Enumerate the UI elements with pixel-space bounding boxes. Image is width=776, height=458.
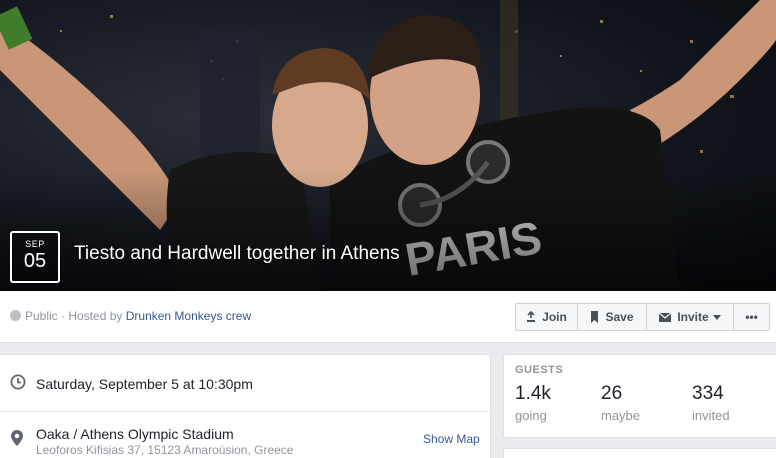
guests-maybe[interactable]: 26 maybe: [601, 383, 640, 423]
cover-photo[interactable]: PARIS SEP 05 Tiesto and Hardwell togethe…: [0, 0, 776, 291]
venue-address: Leoforos Kifisias 37, 15123 Amaroúsion, …: [36, 443, 294, 457]
event-privacy: Public · Hosted by Drunken Monkeys crew: [10, 309, 251, 323]
event-day: 05: [23, 250, 47, 272]
event-time-row: Saturday, September 5 at 10:30pm: [0, 355, 491, 412]
host-link[interactable]: Drunken Monkeys crew: [126, 309, 251, 323]
privacy-label: Public: [25, 309, 58, 323]
event-date-badge: SEP 05: [10, 231, 60, 283]
hosted-by-label: Hosted by: [68, 309, 126, 323]
event-info-bar: Public · Hosted by Drunken Monkeys crew …: [0, 291, 776, 343]
guests-going[interactable]: 1.4k going: [515, 383, 551, 423]
save-label: Save: [605, 310, 634, 324]
next-sidebar-card: [503, 448, 776, 458]
event-action-buttons: Join Save Invite •••: [515, 303, 770, 331]
globe-icon: [10, 310, 21, 321]
mail-icon: [659, 312, 672, 322]
invited-count: 334: [692, 383, 724, 404]
cover-gradient: [0, 171, 776, 291]
maybe-count: 26: [601, 383, 623, 404]
privacy-separator: ·: [57, 309, 69, 323]
venue-name[interactable]: Oaka / Athens Olympic Stadium: [36, 426, 234, 442]
guests-title: GUESTS: [515, 364, 564, 376]
caret-down-icon: [712, 314, 721, 320]
event-location-row: Oaka / Athens Olympic Stadium Leoforos K…: [0, 412, 491, 458]
clock-icon: [10, 374, 26, 395]
more-options-button[interactable]: •••: [734, 304, 769, 330]
event-details-card: Saturday, September 5 at 10:30pm Oaka / …: [0, 354, 491, 458]
save-button[interactable]: Save: [578, 304, 647, 330]
going-count: 1.4k: [515, 383, 551, 404]
show-map-link[interactable]: Show Map: [423, 432, 480, 446]
going-label: going: [515, 408, 547, 423]
join-button[interactable]: Join: [516, 304, 578, 330]
invited-label: invited: [692, 408, 730, 423]
guests-invited[interactable]: 334 invited: [692, 383, 730, 423]
guests-card: GUESTS 1.4k going 26 maybe 334 invited: [503, 354, 776, 438]
maybe-label: maybe: [601, 408, 641, 423]
invite-label: Invite: [677, 310, 709, 324]
event-month: SEP: [25, 239, 45, 249]
map-pin-icon: [11, 430, 23, 451]
event-datetime[interactable]: Saturday, September 5 at 10:30pm: [36, 376, 253, 392]
bookmark-icon: [590, 311, 599, 323]
invite-button[interactable]: Invite: [647, 304, 734, 330]
join-icon: [526, 311, 536, 323]
event-title: Tiesto and Hardwell together in Athens: [74, 243, 400, 264]
join-label: Join: [542, 310, 567, 324]
